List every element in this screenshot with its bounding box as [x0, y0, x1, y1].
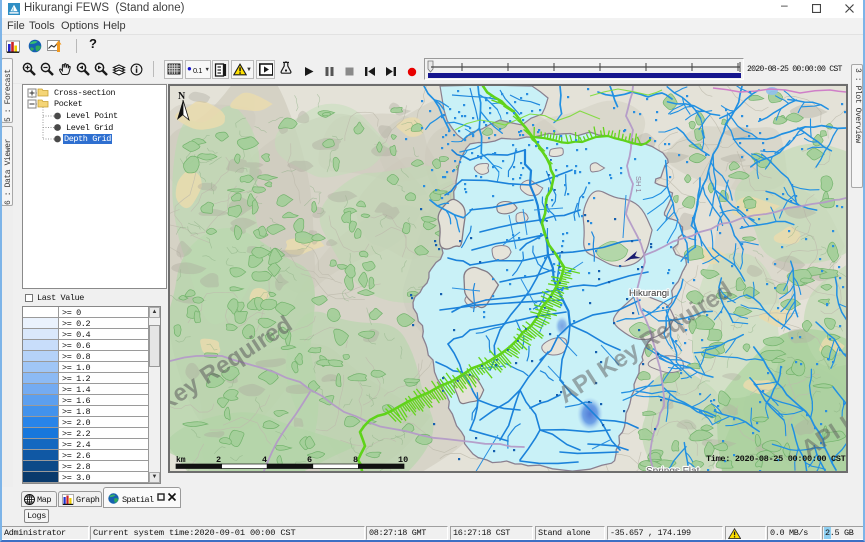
svg-text:4: 4 [262, 455, 267, 465]
svg-text:SH 1: SH 1 [634, 176, 643, 193]
svg-text:N: N [178, 91, 186, 102]
svg-text:Hikurangi: Hikurangi [629, 288, 669, 299]
svg-text:8: 8 [353, 455, 358, 465]
svg-text:Time: 2020-08-25 00:00:00 CST: Time: 2020-08-25 00:00:00 CST [706, 454, 846, 464]
svg-text:Springs Flat: Springs Flat [646, 466, 700, 471]
svg-text:km: km [176, 456, 186, 465]
svg-text:10: 10 [398, 455, 408, 465]
svg-text:6: 6 [307, 455, 312, 465]
svg-text:2: 2 [216, 455, 221, 465]
